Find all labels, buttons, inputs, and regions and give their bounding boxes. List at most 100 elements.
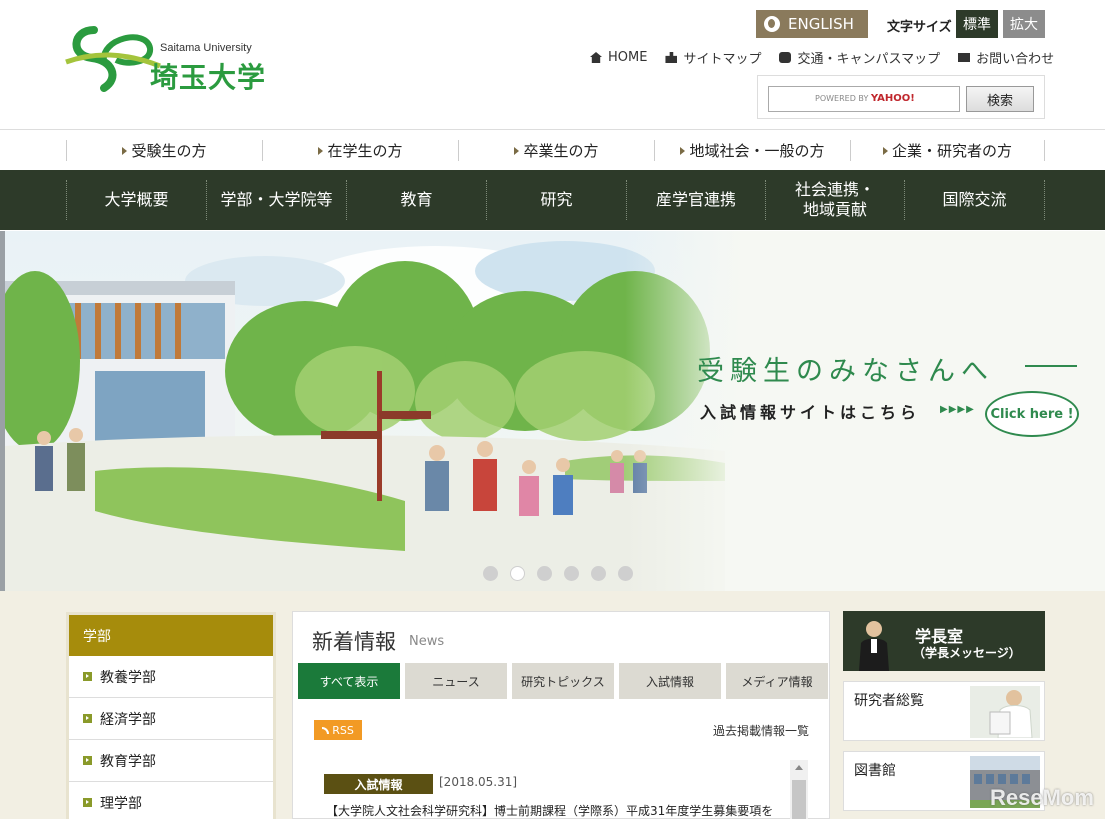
logo-mark-icon (65, 26, 161, 92)
search-powered-by: POWERED BY (815, 94, 869, 103)
university-logo[interactable]: Saitama University 埼玉大学 (64, 22, 274, 94)
researcher-photo (970, 686, 1040, 738)
font-size-large-button[interactable]: 拡大 (1003, 10, 1045, 38)
president-office-subtitle: （学長メッセージ） (913, 646, 1021, 660)
font-size-label: 文字サイズ (887, 20, 952, 35)
nav-social-contribution[interactable]: 社会連携・ 地域貢献 (765, 180, 904, 220)
slide-dot-3[interactable] (537, 566, 552, 581)
nav-international[interactable]: 国際交流 (904, 180, 1044, 220)
font-size-standard-button[interactable]: 標準 (956, 10, 998, 38)
sitemap-link[interactable]: サイトマップ (665, 48, 761, 67)
site-header: Saitama University 埼玉大学 ENGLISH 文字サイズ 標準… (0, 0, 1105, 128)
rss-label: RSS (332, 723, 354, 737)
logo-japanese-text: 埼玉大学 (150, 61, 267, 94)
nav-label: 地域社会・一般の方 (689, 142, 825, 160)
president-photo (859, 621, 889, 671)
nav-label: 卒業生の方 (523, 142, 599, 160)
president-office-banner[interactable]: 学長室 （学長メッセージ） (843, 611, 1045, 671)
english-button[interactable]: ENGLISH (756, 10, 868, 38)
faculty-item-label: 教育学部 (100, 753, 156, 770)
rss-icon (322, 726, 330, 734)
faculty-item-label: 理学部 (100, 795, 142, 812)
nav-faculties[interactable]: 学部・大学院等 (206, 180, 346, 220)
library-label: 図書館 (854, 763, 896, 779)
rss-button[interactable]: RSS (314, 720, 362, 740)
slide-dot-2[interactable] (510, 566, 525, 581)
nav-divider (1044, 140, 1045, 161)
hero-banner[interactable]: 受験生のみなさんへ 入試情報サイトはこちら ▶▶▶▶ Click here ! (5, 231, 1105, 591)
contact-link[interactable]: お問い合わせ (958, 48, 1054, 67)
hero-title: 受験生のみなさんへ (697, 356, 994, 387)
search-button[interactable]: 検索 (966, 86, 1034, 112)
contact-link-label: お問い合わせ (976, 52, 1055, 67)
faculty-item[interactable]: 理学部 (69, 782, 273, 819)
access-map-link[interactable]: 交通・キャンパスマップ (779, 48, 940, 67)
home-link-label: HOME (608, 50, 648, 65)
main-nav: 大学概要 学部・大学院等 教育 研究 産学官連携 社会連携・ 地域貢献 国際交流 (0, 170, 1105, 230)
nav-about[interactable]: 大学概要 (66, 180, 206, 220)
arrow-bullet-icon (83, 714, 92, 723)
nav-label: 在学生の方 (327, 142, 403, 160)
faculty-item[interactable]: 教養学部 (69, 656, 273, 698)
tab-news[interactable]: ニュース (405, 663, 507, 699)
scroll-up-icon[interactable] (795, 765, 803, 770)
archive-link[interactable]: 過去掲載情報一覧 (713, 722, 809, 739)
slide-dot-1[interactable] (483, 566, 498, 581)
nav-community[interactable]: 地域社会・一般の方 (654, 140, 850, 161)
tab-admissions[interactable]: 入試情報 (619, 663, 721, 699)
hero-arrows-icon: ▶▶▶▶ (940, 404, 975, 415)
search-input[interactable]: POWERED BY YAHOO! (768, 86, 960, 112)
arrow-bullet-icon (83, 672, 92, 681)
mail-icon (958, 53, 971, 62)
hero-title-line (1025, 365, 1077, 367)
nav-business-researchers[interactable]: 企業・研究者の方 (850, 140, 1044, 161)
faculty-item[interactable]: 経済学部 (69, 698, 273, 740)
researcher-directory-label: 研究者総覧 (854, 693, 924, 709)
nav-research[interactable]: 研究 (486, 180, 626, 220)
news-scrollbar[interactable] (790, 760, 808, 819)
logo-english-text: Saitama University (160, 42, 252, 54)
scroll-thumb[interactable] (792, 780, 806, 819)
slide-dot-4[interactable] (564, 566, 579, 581)
news-date: [2018.05.31] (439, 775, 518, 789)
triangle-right-icon (318, 146, 324, 155)
audience-nav: 受験生の方 在学生の方 卒業生の方 地域社会・一般の方 企業・研究者の方 (0, 129, 1105, 170)
home-icon (590, 52, 602, 63)
tab-media[interactable]: メディア情報 (726, 663, 828, 699)
triangle-right-icon (514, 146, 520, 155)
triangle-right-icon (122, 146, 128, 155)
yahoo-logo: YAHOO! (870, 93, 915, 104)
sitemap-icon (665, 52, 678, 63)
nav-alumni[interactable]: 卒業生の方 (458, 140, 654, 161)
news-tabs: すべて表示 ニュース 研究トピックス 入試情報 メディア情報 (298, 663, 828, 699)
english-label: ENGLISH (788, 15, 854, 33)
faculty-item-label: 経済学部 (100, 711, 156, 728)
news-item-link[interactable]: 【大学院人文社会科学研究科】博士前期課程（学際系）平成31年度学生募集要項を (326, 802, 776, 819)
nav-education[interactable]: 教育 (346, 180, 486, 220)
nav-industry-collaboration[interactable]: 産学官連携 (626, 180, 765, 220)
nav-current-students[interactable]: 在学生の方 (262, 140, 458, 161)
tab-all[interactable]: すべて表示 (298, 663, 400, 699)
sitemap-link-label: サイトマップ (683, 52, 762, 67)
watermark-text: ReseMom (990, 785, 1094, 810)
home-link[interactable]: HOME (590, 48, 647, 67)
bus-icon (779, 52, 792, 63)
tab-research-topics[interactable]: 研究トピックス (512, 663, 614, 699)
utility-links: HOME サイトマップ 交通・キャンパスマップ お問い合わせ (590, 48, 1054, 67)
arrow-bullet-icon (83, 756, 92, 765)
news-category-badge: 入試情報 (324, 774, 433, 794)
triangle-right-icon (882, 146, 888, 155)
nav-label: 受験生の方 (131, 142, 207, 160)
nav-label: 企業・研究者の方 (891, 142, 1012, 160)
faculty-menu-heading: 学部 (69, 615, 273, 656)
click-here-button[interactable]: Click here ! (985, 391, 1079, 437)
slide-dot-5[interactable] (591, 566, 606, 581)
nav-prospective-students[interactable]: 受験生の方 (66, 140, 262, 161)
news-panel: 新着情報 News すべて表示 ニュース 研究トピックス 入試情報 メディア情報… (292, 611, 830, 819)
slide-dot-6[interactable] (618, 566, 633, 581)
news-title-en: News (409, 634, 445, 649)
arrow-bullet-icon (83, 798, 92, 807)
hero-subtitle: 入試情報サイトはこちら (700, 403, 921, 422)
researcher-directory-banner[interactable]: 研究者総覧 (843, 681, 1045, 741)
faculty-item[interactable]: 教育学部 (69, 740, 273, 782)
